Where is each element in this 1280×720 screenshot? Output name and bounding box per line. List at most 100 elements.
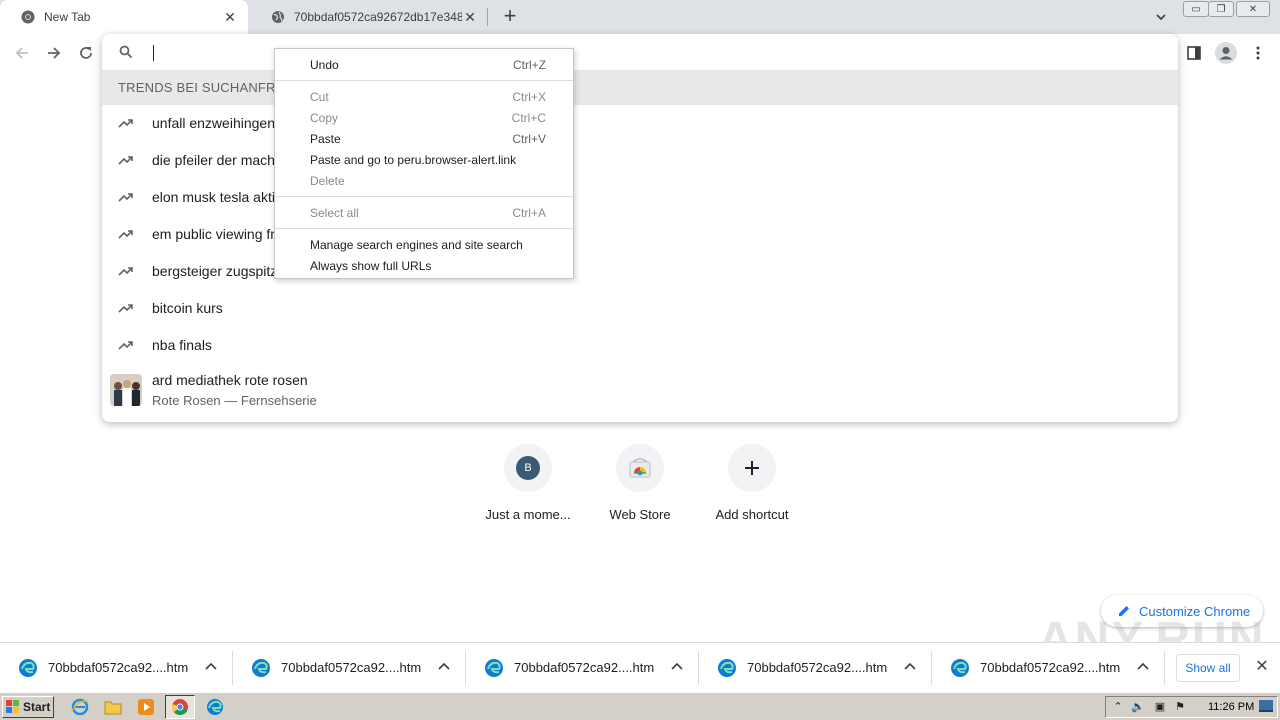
restore-button[interactable]: ❐ [1208,1,1234,17]
trending-icon [118,119,133,128]
menu-item-select-all[interactable]: Select all Ctrl+A [275,202,573,223]
globe-icon [270,9,286,25]
windows-flag-icon [6,700,19,713]
side-panel-button[interactable] [1182,41,1206,65]
edge-taskbar-icon[interactable] [205,697,225,717]
folder-icon[interactable] [103,697,123,717]
shortcut-label: Just a mome... [485,507,571,522]
chevron-up-icon [1137,662,1149,670]
tab-title: New Tab [44,10,91,24]
menu-item-cut[interactable]: Cut Ctrl+X [275,86,573,107]
chevron-up-icon [438,662,450,670]
shortcut-tile [616,444,664,492]
omnibox-input[interactable] [102,34,1178,70]
menu-item-paste[interactable]: Paste Ctrl+V [275,128,573,149]
letter-avatar-icon: B [516,456,540,480]
tab-downloaded-file[interactable]: 70bbdaf0572ca92672db17e34874d3 ✕ [250,0,488,34]
start-button[interactable]: Start [2,696,54,718]
menu-item-label: Paste and go to peru.browser-alert.link [310,153,517,167]
shortcut-tile: B [504,444,552,492]
tab-separator [487,8,488,26]
suggestion-item[interactable]: die pfeiler der macht [102,142,1178,179]
clock[interactable]: 11:26 PM [1208,701,1254,713]
kebab-menu-icon [1256,46,1260,60]
trending-icon [118,193,133,202]
menu-item-label: Manage search engines and site search [310,238,523,252]
text-caret [153,45,154,61]
suggestion-item[interactable]: elon musk tesla aktie [102,179,1178,216]
tab-new-tab[interactable]: New Tab ✕ [0,0,248,34]
menu-item-undo[interactable]: Undo Ctrl+Z [275,54,573,75]
action-center-flag-icon[interactable]: ⚑ [1172,700,1188,716]
suggestion-text: bitcoin kurs [152,300,223,316]
suggestion-text: bergsteiger zugspitz [152,263,278,279]
forward-button[interactable] [42,41,66,65]
back-button[interactable] [10,41,34,65]
plus-icon [745,461,759,475]
add-shortcut-button[interactable]: Add shortcut [696,444,808,522]
suggestion-item[interactable]: unfall enzweihingen [102,105,1178,142]
forward-arrow-icon [48,47,61,59]
chrome-icon [20,9,36,25]
minimize-button[interactable]: ▭ [1183,1,1209,17]
suggestion-text: em public viewing fr [152,226,275,242]
menu-item-paste-and-go[interactable]: Paste and go to peru.browser-alert.link [275,149,573,170]
shortcut-web-store[interactable]: Web Store [584,444,696,522]
menu-item-label: Always show full URLs [310,259,432,273]
avatar-icon [1215,42,1237,64]
media-player-icon[interactable] [136,697,156,717]
suggestion-item[interactable]: bitcoin kurs [102,290,1178,327]
menu-item-label: Paste [310,132,341,146]
volume-icon[interactable]: 🔈 [1130,700,1146,716]
menu-item-manage-search-engines[interactable]: Manage search engines and site search [275,234,573,255]
profile-button[interactable] [1214,41,1238,65]
new-tab-button[interactable]: + [498,5,522,29]
web-store-icon [629,458,651,478]
menu-separator [275,228,573,229]
download-filename: 70bbdaf0572ca92....htm [48,660,189,675]
tab-search-chevron-icon[interactable] [1150,6,1172,28]
show-all-downloads-button[interactable]: Show all [1176,654,1240,682]
menu-button[interactable] [1246,41,1270,65]
download-item[interactable]: 70bbdaf0572ca92....htm [0,643,233,693]
menu-item-label: Copy [310,111,339,125]
menu-item-delete[interactable]: Delete [275,170,573,191]
chevron-up-icon [671,662,683,670]
download-item[interactable]: 70bbdaf0572ca92....htm [466,643,699,693]
suggestion-item[interactable]: bergsteiger zugspitz [102,253,1178,290]
shortcut-just-a-moment[interactable]: B Just a mome... [472,444,584,522]
rich-suggestion-subtitle: Rote Rosen — Fernsehserie [152,393,317,408]
suggestion-text: nba finals [152,337,212,353]
download-item[interactable]: 70bbdaf0572ca92....htm [233,643,466,693]
ie-icon[interactable] [70,697,90,717]
reload-button[interactable] [74,41,98,65]
network-icon[interactable]: ▣ [1152,700,1168,716]
download-item[interactable]: 70bbdaf0572ca92....htm [932,643,1165,693]
close-tab-icon[interactable]: ✕ [462,9,478,25]
download-filename: 70bbdaf0572ca92....htm [514,660,655,675]
side-panel-icon [1187,46,1201,60]
download-item[interactable]: 70bbdaf0572ca92....htm [699,643,932,693]
close-shelf-icon[interactable]: ✕ [1253,658,1271,676]
menu-item-label: Cut [310,90,329,104]
chevron-up-icon [904,662,916,670]
reload-icon [80,47,92,59]
show-desktop-icon[interactable] [1258,700,1274,716]
rich-suggestion-item[interactable]: ard mediathek rote rosen Rote Rosen — Fe… [102,368,1178,418]
taskbar: Start ⌃ 🔈 ▣ ⚑ 11:26 PM [0,692,1280,720]
suggestion-item[interactable]: em public viewing fr [102,216,1178,253]
shortcut-tile [728,444,776,492]
tab-strip: New Tab ✕ 70bbdaf0572ca92672db17e34874d3… [0,0,1280,34]
suggestion-thumbnail [110,374,142,406]
menu-item-shortcut: Ctrl+V [512,132,546,146]
shortcut-label: Add shortcut [715,507,789,522]
chrome-taskbar-icon[interactable] [165,695,195,719]
close-tab-icon[interactable]: ✕ [222,9,238,25]
suggestion-item[interactable]: nba finals [102,327,1178,364]
trending-icon [118,304,133,313]
tray-chevron-up-icon[interactable]: ⌃ [1110,700,1126,716]
menu-item-always-show-full-urls[interactable]: Always show full URLs [275,255,573,276]
trending-icon [118,267,133,276]
menu-item-copy[interactable]: Copy Ctrl+C [275,107,573,128]
close-window-button[interactable]: ✕ [1236,1,1270,17]
